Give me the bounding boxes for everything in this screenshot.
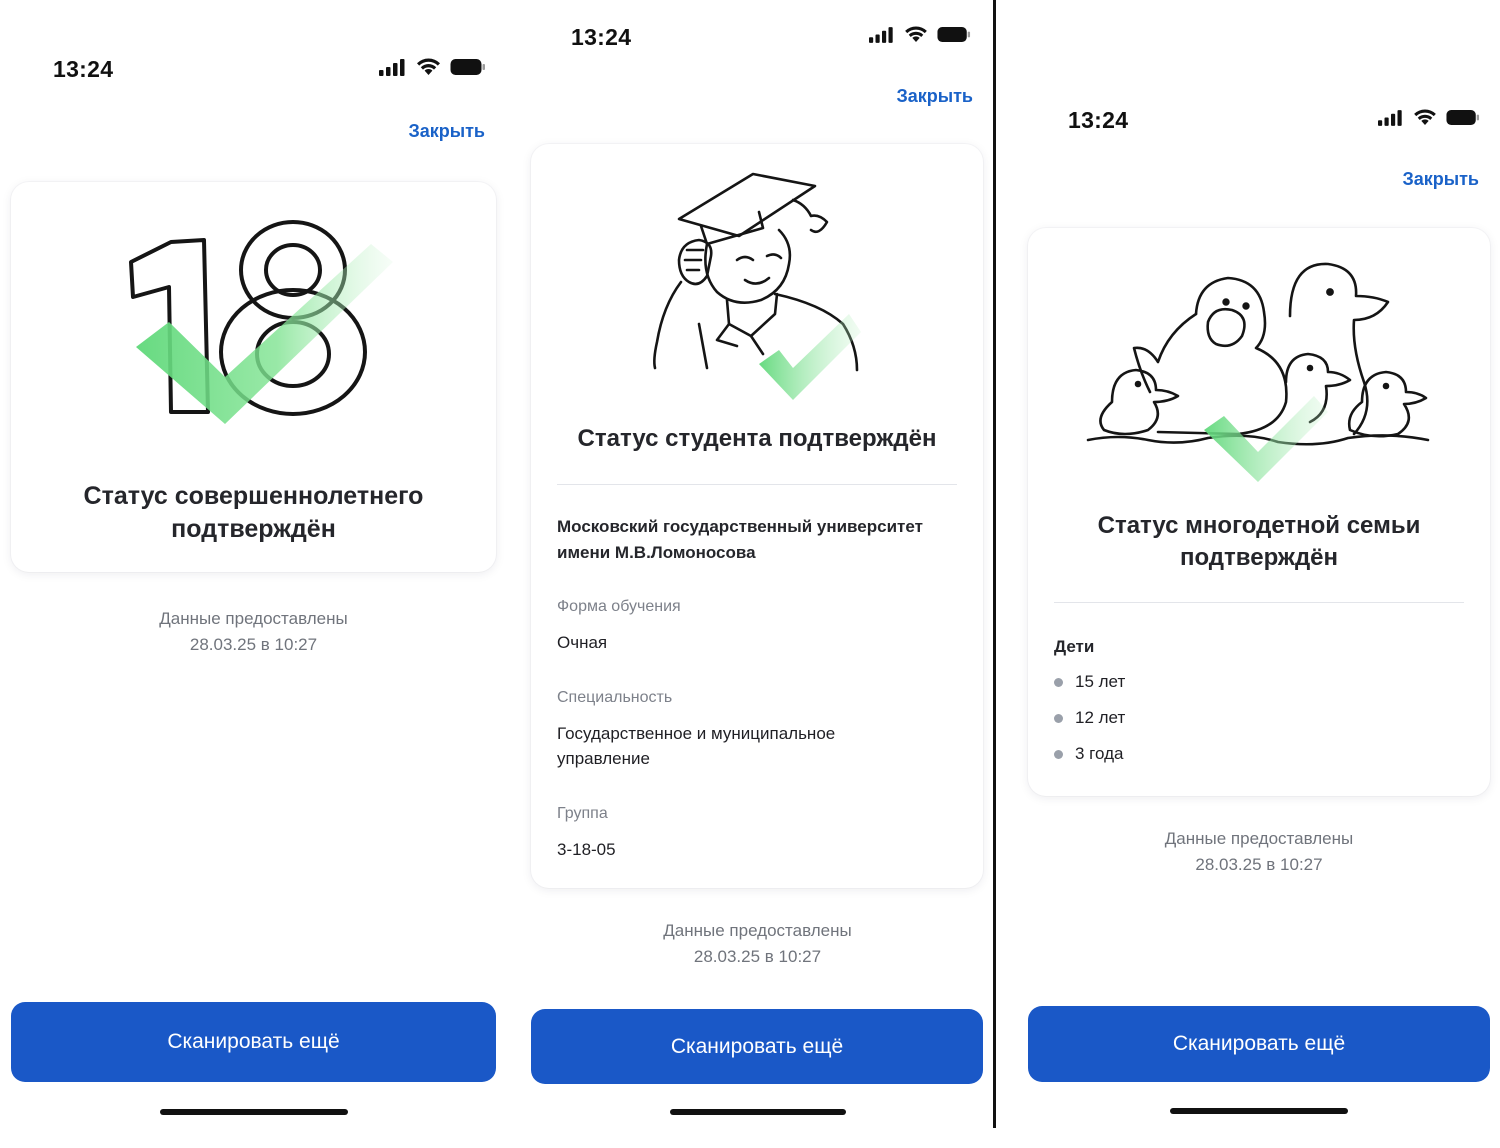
field-label-group: Группа (557, 805, 608, 822)
graduate-illustration (653, 172, 861, 400)
close-button[interactable]: Закрыть (408, 121, 485, 142)
home-indicator (670, 1109, 846, 1115)
scan-again-button[interactable]: Сканировать ещё (11, 1002, 496, 1082)
system-icons (869, 26, 971, 43)
status-bar: 13:24 (571, 24, 971, 54)
screen-divider (993, 0, 996, 1128)
status-time: 13:24 (571, 24, 632, 50)
field-value-study-form: Очная (557, 633, 608, 652)
signal-icon (869, 27, 893, 43)
close-button[interactable]: Закрыть (896, 86, 973, 107)
status-card: Статус многодетной семьи подтверждён Дет… (1028, 228, 1490, 796)
child-item: 12 лет (1054, 708, 1125, 728)
status-title: Статус студента подтверждён (577, 425, 937, 452)
status-card: Статус совершеннолетнего подтверждён (11, 182, 496, 572)
signal-icon (1378, 110, 1402, 126)
specialty-line2: управление (557, 749, 650, 768)
status-title: Статус многодетной семьи подтверждён (1028, 510, 1490, 574)
status-title: Статус совершеннолетнего подтверждён (11, 480, 496, 546)
system-icons (379, 58, 486, 76)
status-title-line1: Статус многодетной семьи (1097, 512, 1421, 539)
status-bar: 13:24 (53, 56, 486, 86)
status-time: 13:24 (1068, 107, 1129, 133)
divider (1054, 602, 1464, 603)
field-label-study-form: Форма обучения (557, 598, 681, 615)
home-indicator (1170, 1108, 1348, 1114)
close-button[interactable]: Закрыть (1402, 169, 1479, 190)
provided-label: Данные предоставлены (159, 609, 348, 628)
system-icons (1378, 109, 1480, 126)
screen-student: 13:24 Закрыть Статус студента подтверждё… (515, 0, 993, 1148)
child-age: 12 лет (1075, 708, 1126, 727)
status-title-line2: подтверждён (171, 515, 336, 543)
children-label: Дети (1054, 637, 1095, 656)
home-indicator (160, 1109, 348, 1115)
child-item: 15 лет (1054, 672, 1125, 692)
child-item: 3 года (1054, 744, 1123, 764)
provided-info: Данные предоставлены 28.03.25 в 10:27 (515, 918, 1000, 970)
scan-again-button[interactable]: Сканировать ещё (1028, 1006, 1490, 1082)
screen-family: 13:24 Закрыть Статус многодетной семьи п… (1000, 0, 1500, 1148)
university-line1: Московский государственный университет (557, 517, 923, 536)
university-name: Московский государственный университет и… (557, 514, 923, 566)
field-value-specialty: Государственное и муниципальное управлен… (557, 721, 835, 771)
wifi-icon (417, 58, 440, 75)
age-18-illustration (129, 220, 393, 424)
battery-icon (937, 26, 971, 43)
specialty-line1: Государственное и муниципальное (557, 724, 836, 743)
university-line2: имени М.В.Ломоносова (557, 543, 756, 562)
provided-info: Данные предоставлены 28.03.25 в 10:27 (0, 606, 507, 658)
ducks-illustration (1086, 262, 1430, 482)
scan-again-button[interactable]: Сканировать ещё (531, 1009, 983, 1084)
battery-icon (450, 59, 485, 75)
wifi-icon (1414, 109, 1436, 126)
status-time: 13:24 (53, 56, 114, 82)
provided-date: 28.03.25 в 10:27 (189, 635, 318, 654)
child-age: 15 лет (1075, 672, 1126, 691)
provided-label: Данные предоставлены (1164, 829, 1354, 848)
battery-icon (1446, 109, 1480, 126)
signal-icon (379, 59, 405, 76)
bullet-icon (1054, 749, 1063, 759)
status-bar: 13:24 (1068, 107, 1480, 137)
provided-date: 28.03.25 в 10:27 (1195, 855, 1323, 874)
child-age: 3 года (1075, 744, 1124, 763)
divider (557, 484, 957, 485)
bullet-icon (1054, 713, 1063, 723)
status-title-line2: подтверждён (1179, 544, 1339, 571)
screen-adult: 13:24 Закрыть Статус совершеннолетнего п… (0, 0, 500, 1148)
checkmark-icon (759, 314, 861, 400)
provided-label: Данные предоставлены (663, 921, 852, 940)
status-title-line1: Статус совершеннолетнего (83, 482, 424, 510)
status-card: Статус студента подтверждён Московский г… (531, 144, 983, 888)
provided-info: Данные предоставлены 28.03.25 в 10:27 (1000, 826, 1500, 878)
wifi-icon (905, 26, 927, 43)
bullet-icon (1054, 677, 1063, 687)
field-label-specialty: Специальность (557, 689, 673, 706)
provided-date: 28.03.25 в 10:27 (693, 947, 822, 966)
field-value-group: 3-18-05 (557, 840, 616, 859)
